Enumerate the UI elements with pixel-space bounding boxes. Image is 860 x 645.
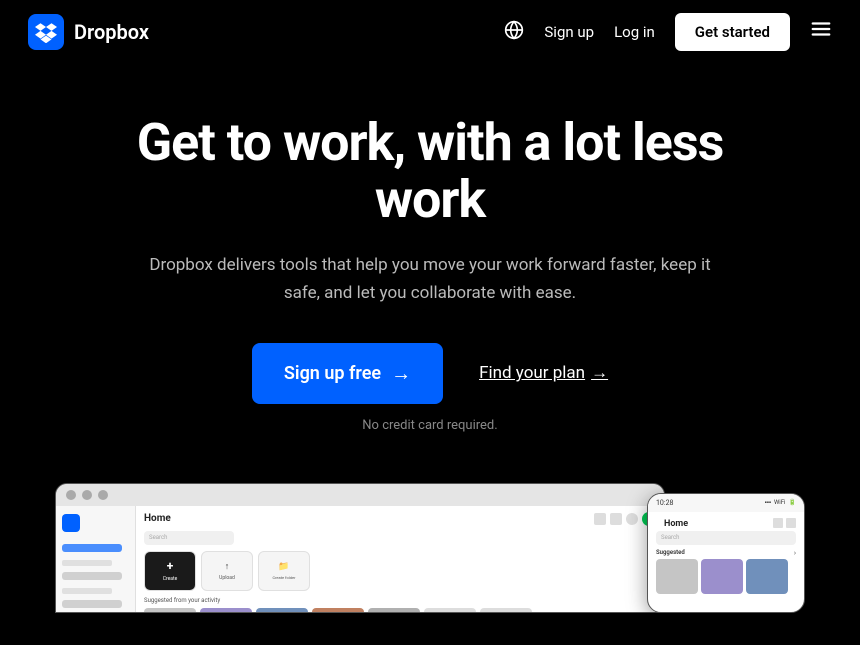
login-nav-button[interactable]: Log in [614,23,655,41]
find-plan-label: Find your plan [479,363,585,383]
mobile-thumb-1 [656,559,698,594]
mobile-suggested-label: Suggested [656,549,685,556]
signup-free-label: Sign up free [284,363,381,384]
hero-section: Get to work, with a lot less work Dropbo… [0,64,860,463]
thumb-5 [368,608,420,613]
dot-green [98,490,108,500]
find-plan-arrow-icon: → [591,363,608,383]
mobile-signal-icon: ▪▪▪ [765,499,771,506]
mobile-status-bar: 10:28 ▪▪▪ WiFi 🔋 [648,494,804,512]
hamburger-icon[interactable] [810,18,832,46]
mobile-wifi-icon: WiFi [774,499,786,506]
thumb-1 [144,608,196,613]
thumb-6 [424,608,476,613]
dot-red [66,490,76,500]
mobile-search-bar: Search [656,531,796,545]
mobile-icon-1 [773,518,783,528]
no-credit-card-text: No credit card required. [80,418,780,433]
mobile-thumb-2 [701,559,743,594]
thumb-4 [312,608,364,613]
dot-yellow [82,490,92,500]
mobile-status-icons: ▪▪▪ WiFi 🔋 [765,499,796,506]
brand-name: Dropbox [74,20,149,44]
mobile-icon-2 [786,518,796,528]
mockup-home-title: Home [144,513,171,524]
mockup-search-bar: Search [144,531,234,545]
mockup-create-btn: + Create [144,551,196,591]
thumb-7 [480,608,532,613]
signup-nav-button[interactable]: Sign up [544,23,594,41]
mobile-mockup: 10:28 ▪▪▪ WiFi 🔋 Home Search Suggested › [647,493,805,613]
sidebar-item-mock-2 [62,572,122,580]
find-plan-button[interactable]: Find your plan → [479,363,608,383]
mobile-thumb-3 [746,559,788,594]
mockup-upload-label: Upload [219,575,235,581]
mobile-time: 10:28 [656,499,673,507]
mockup-icon-bell [626,513,638,525]
sidebar-item-mock-3 [62,600,122,608]
hero-actions: Sign up free → Find your plan → [80,343,780,404]
globe-icon[interactable] [504,20,524,44]
app-preview: Home Search + Create [55,483,805,613]
thumb-3 [256,608,308,613]
mobile-top-icons [773,518,796,528]
thumb-2 [200,608,252,613]
hero-subtitle: Dropbox delivers tools that help you mov… [140,252,720,306]
mockup-suggested-label: Suggested from your activity [144,597,656,604]
mockup-search-text: Search [149,534,167,541]
mobile-suggested-row: Suggested › [648,549,804,557]
hero-title: Get to work, with a lot less work [80,114,780,228]
sidebar-label-1 [62,560,112,566]
mockup-thumbnails [144,608,656,613]
mobile-thumbnails [648,559,804,594]
mockup-create-label: Create [163,576,178,582]
mobile-suggested-arrow: › [794,549,796,557]
mobile-search-text: Search [661,534,679,541]
mockup-icon-grid [594,513,606,525]
navbar-left: Dropbox [28,14,149,50]
navbar-right: Sign up Log in Get started [504,13,832,51]
mockup-create-folder-label: Create folder [272,575,295,580]
mockup-titlebar [56,484,664,506]
signup-arrow-icon: → [391,361,411,386]
signup-free-button[interactable]: Sign up free → [252,343,443,404]
mockup-body: Home Search + Create [56,506,664,612]
mockup-action-buttons: + Create ↑ Upload 📁 Create folder [144,551,656,591]
mobile-battery-icon: 🔋 [789,499,796,506]
mockup-upload-btn: ↑ Upload [201,551,253,591]
sidebar-label-2 [62,588,112,594]
desktop-mockup: Home Search + Create [55,483,665,613]
mockup-sidebar [56,506,136,612]
navbar: Dropbox Sign up Log in Get started [0,0,860,64]
dropbox-logo[interactable] [28,14,64,50]
sidebar-item-mock-1 [62,544,122,552]
mobile-home-row: Home [648,512,804,531]
sidebar-dropbox-logo [62,514,80,532]
mockup-create-folder-btn: 📁 Create folder [258,551,310,591]
mockup-icon-list [610,513,622,525]
get-started-button[interactable]: Get started [675,13,790,51]
mobile-home-title: Home [656,515,696,531]
mockup-main-content: Home Search + Create [136,506,664,612]
